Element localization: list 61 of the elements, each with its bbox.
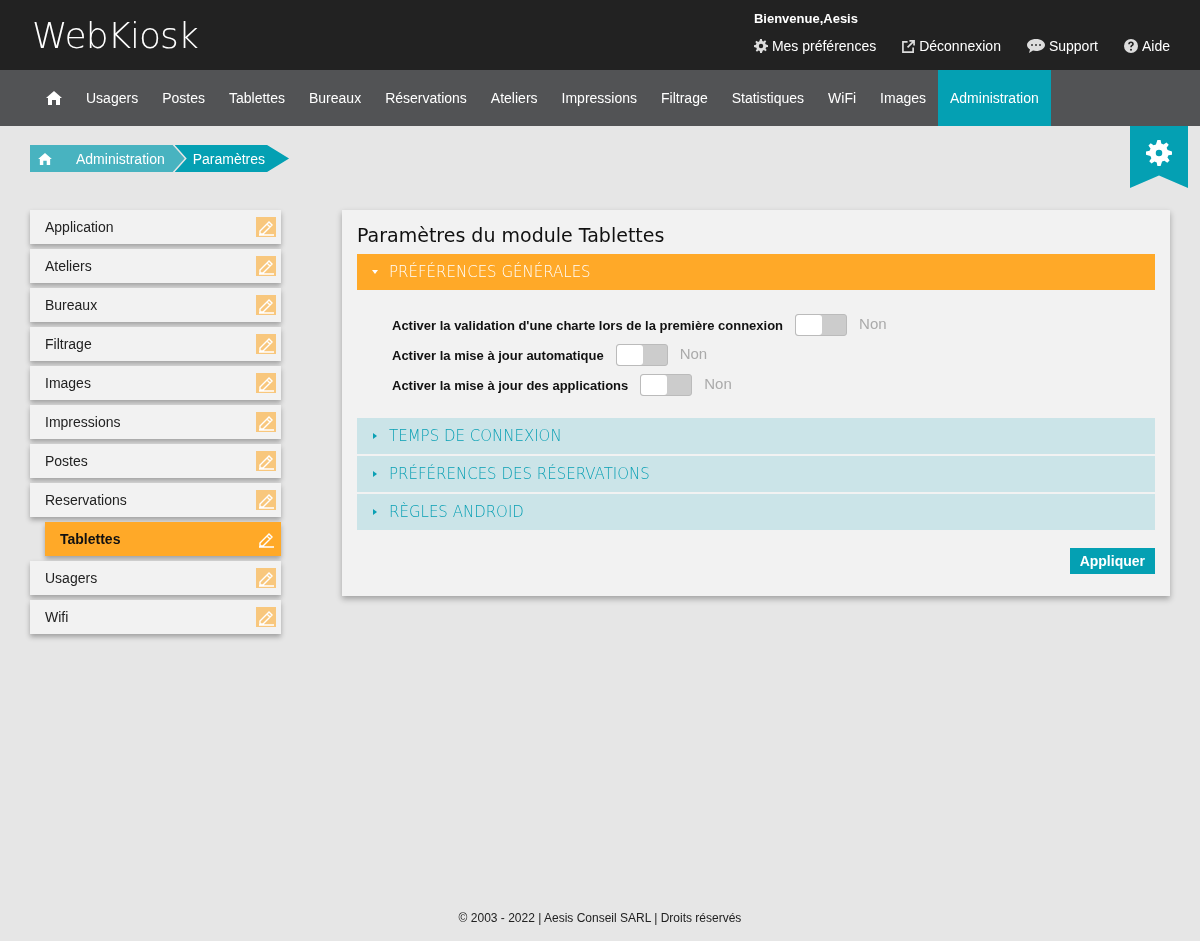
sidebar-item[interactable]: Filtrage — [30, 327, 281, 361]
sidebar-item[interactable]: Wifi — [30, 600, 281, 634]
toggle-state-text: Non — [679, 344, 708, 362]
panel-title: Paramètres du module Tablettes — [357, 224, 666, 246]
logo[interactable]: WebKiosk — [32, 14, 198, 56]
toggle-switch[interactable] — [795, 314, 848, 336]
sidebar-item[interactable]: Postes — [30, 444, 281, 478]
settings-icon — [753, 39, 768, 53]
pencil-icon[interactable] — [256, 295, 276, 315]
nav-tab[interactable]: Postes — [150, 70, 217, 126]
caret-icon — [371, 508, 379, 516]
nav-tab[interactable]: Ateliers — [478, 70, 550, 126]
pencil-icon[interactable] — [256, 607, 276, 627]
sidebar-item[interactable]: Bureaux — [30, 288, 281, 322]
nav-tab[interactable]: Impressions — [549, 70, 649, 126]
welcome-text: Bienvenue,Aesis — [753, 11, 859, 26]
caret-icon — [371, 470, 379, 478]
header-link[interactable]: Mes préférences — [753, 38, 877, 54]
help-icon — [1123, 39, 1138, 53]
header-link[interactable]: Aide — [1123, 38, 1170, 54]
caret-icon — [371, 268, 379, 276]
breadcrumb-home[interactable] — [30, 145, 60, 172]
header-link[interactable]: Support — [1026, 38, 1098, 54]
nav-tab[interactable]: Bureaux — [297, 70, 374, 126]
nav-tab[interactable]: Réservations — [373, 70, 479, 126]
sidebar-item[interactable]: Ateliers — [30, 249, 281, 283]
header-link[interactable]: Déconnexion — [902, 38, 1001, 54]
chat-bubble-icon — [1026, 39, 1045, 53]
sidebar-item[interactable]: Tablettes — [45, 522, 281, 556]
footer-text: © 2003 - 2022 | Aesis Conseil SARL | Droits réservés — [457, 911, 743, 925]
sidebar-item[interactable]: Images — [30, 366, 281, 400]
sidebar-item[interactable]: Application — [30, 210, 281, 244]
nav-tab[interactable]: Statistiques — [719, 70, 817, 126]
setting-label: Activer la mise à jour automatique — [392, 347, 604, 363]
pencil-icon[interactable] — [256, 334, 276, 354]
sidebar-item[interactable]: Reservations — [30, 483, 281, 517]
pencil-icon[interactable] — [256, 373, 276, 393]
settings-icon — [1146, 140, 1172, 166]
sidebar-item[interactable]: Usagers — [30, 561, 281, 595]
home-icon — [38, 152, 52, 165]
toggle-switch[interactable] — [640, 374, 693, 396]
setting-label: Activer la mise à jour des applications — [392, 377, 629, 393]
sidebar-item[interactable]: Impressions — [30, 405, 281, 439]
toggle-state-text: Non — [859, 314, 887, 332]
caret-icon — [371, 432, 379, 440]
pencil-icon[interactable] — [256, 217, 276, 237]
pencil-icon[interactable] — [256, 256, 276, 276]
toggle-switch[interactable] — [615, 344, 668, 366]
nav-tab[interactable]: WiFi — [816, 70, 869, 126]
pencil-icon[interactable] — [256, 568, 276, 588]
pencil-icon[interactable] — [256, 490, 276, 510]
external-link-icon — [902, 39, 916, 53]
pencil-icon[interactable] — [256, 451, 276, 471]
home-icon[interactable] — [46, 91, 62, 105]
setting-label: Activer la validation d'une charte lors de la première connexion — [392, 317, 784, 333]
nav-tab[interactable]: Filtrage — [649, 70, 720, 126]
nav-tab[interactable]: Tablettes — [216, 70, 297, 126]
pencil-icon[interactable] — [256, 412, 276, 432]
nav-tab[interactable]: Usagers — [74, 70, 151, 126]
toggle-state-text: Non — [704, 374, 732, 392]
nav-tab[interactable]: Images — [868, 70, 938, 126]
